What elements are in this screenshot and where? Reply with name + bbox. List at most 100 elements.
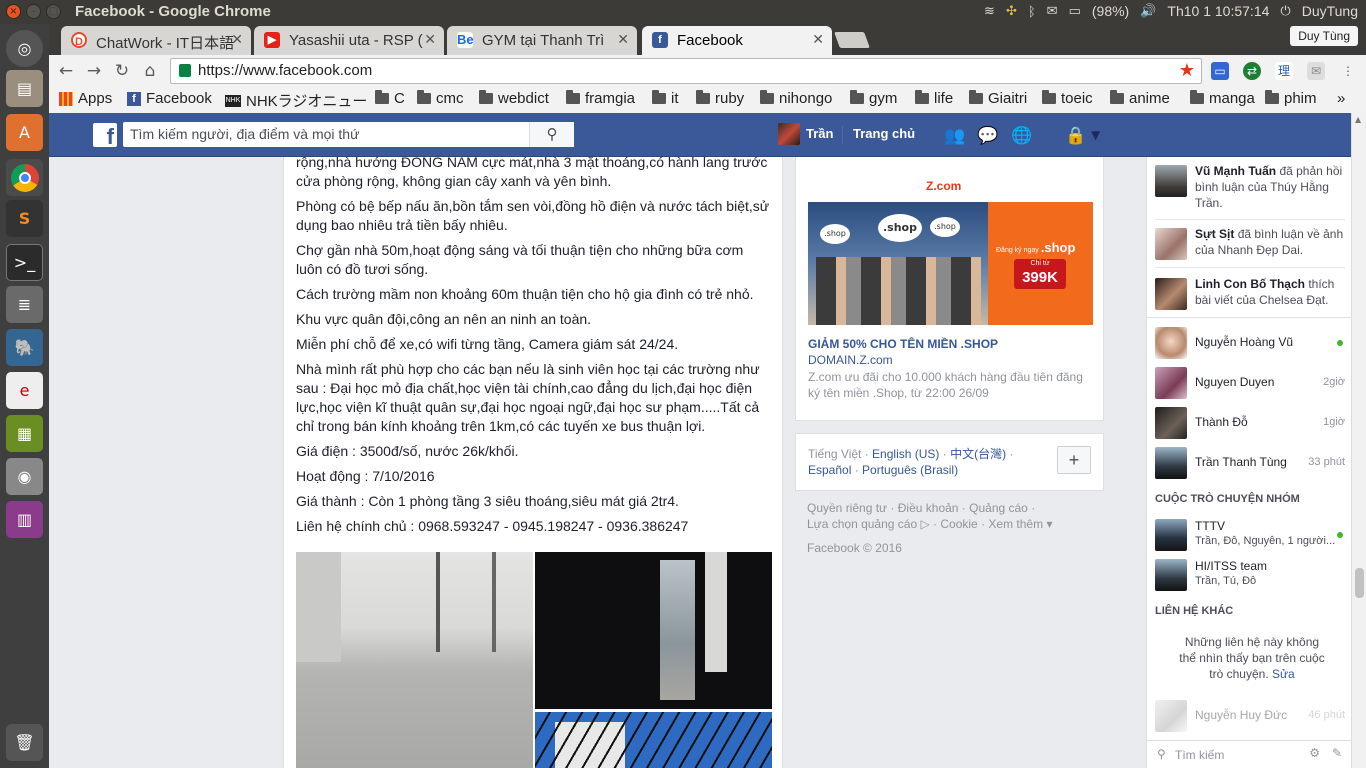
contact-item[interactable]: Nguyen Duyen 2giờ: [1155, 366, 1345, 400]
postgresql-icon[interactable]: 🐘: [6, 329, 43, 366]
bookmarks-overflow-button[interactable]: »: [1337, 90, 1345, 107]
power-icon[interactable]: ⏻: [1280, 3, 1290, 19]
profile-link[interactable]: Trần: [806, 126, 833, 141]
bookmark-nhk[interactable]: NHK NHKラジオニュー: [225, 90, 367, 111]
edit-link[interactable]: Sửa: [1272, 667, 1295, 681]
friend-requests-icon[interactable]: 👥: [944, 126, 965, 146]
bookmark-folder[interactable]: ruby: [696, 90, 744, 107]
language-link[interactable]: English (US): [872, 447, 939, 461]
tab-behance[interactable]: Be GYM tại Thanh Trì ✕: [447, 26, 637, 55]
privacy-shortcuts-icon[interactable]: 🔒: [1065, 126, 1086, 146]
bookmark-folder[interactable]: Giaitri: [969, 90, 1027, 107]
dash-home-icon[interactable]: ◎: [6, 30, 43, 67]
trash-icon[interactable]: 🗑: [6, 724, 43, 761]
contact-item[interactable]: Nguyễn Hoàng Vũ: [1155, 326, 1345, 360]
new-message-icon[interactable]: ✎: [1332, 746, 1342, 760]
search-icon[interactable]: ⚲: [529, 122, 574, 147]
ad-title[interactable]: GIẢM 50% CHO TÊN MIỀN .SHOP: [808, 337, 998, 351]
bookmark-folder[interactable]: nihongo: [760, 90, 832, 107]
close-icon[interactable]: ✕: [617, 31, 629, 48]
bookmark-folder[interactable]: webdict: [479, 90, 549, 107]
footer-link[interactable]: Lựa chọn quảng cáo: [807, 517, 917, 531]
clock[interactable]: Th10 1 10:57:14: [1167, 3, 1269, 19]
window-close-button[interactable]: ×: [6, 4, 21, 19]
bookmark-apps[interactable]: Apps: [59, 90, 112, 107]
ad-banner-image[interactable]: .shop .shop .shop Đăng ký ngay .shop Chỉ…: [808, 202, 1093, 325]
screenshot-icon[interactable]: ◉: [6, 458, 43, 495]
menu-icon[interactable]: ⋮: [1339, 62, 1357, 80]
ad-domain[interactable]: DOMAIN.Z.com: [808, 353, 893, 367]
home-icon[interactable]: ⌂: [139, 61, 161, 81]
group-chat-item[interactable]: HI/ITSS team Trần, Tú, Đỗ: [1155, 558, 1345, 592]
bookmark-folder[interactable]: C: [375, 90, 405, 107]
contact-item[interactable]: Nguyễn Huy Đức 46 phút: [1155, 699, 1345, 733]
evince-icon[interactable]: e: [6, 372, 43, 409]
workspace-switcher-icon[interactable]: ▥: [6, 501, 43, 538]
extension-reader-icon[interactable]: ✉: [1307, 62, 1325, 80]
bookmark-folder[interactable]: it: [652, 90, 679, 107]
bookmark-folder[interactable]: framgia: [566, 90, 635, 107]
bluetooth-icon[interactable]: ᛒ: [1028, 4, 1036, 19]
close-icon[interactable]: ✕: [424, 31, 436, 48]
chat-search-input[interactable]: ⚲ Tìm kiếm ⚙ ✎: [1147, 740, 1352, 768]
footer-link[interactable]: Cookie: [940, 517, 977, 531]
bookmark-folder[interactable]: gym: [850, 90, 897, 107]
tab-facebook[interactable]: f Facebook ✕: [642, 26, 832, 55]
messages-icon[interactable]: 💬: [977, 126, 998, 146]
fb-search-input[interactable]: Tìm kiếm người, địa điểm và mọi thứ ⚲: [123, 122, 574, 147]
terminal-icon[interactable]: >_: [6, 244, 43, 281]
new-tab-button[interactable]: [834, 32, 870, 48]
sponsored-ad[interactable]: Z.com .shop .shop .shop Đăng ký ngay .sh…: [795, 157, 1104, 421]
bookmark-facebook[interactable]: f Facebook: [127, 90, 212, 107]
footer-link[interactable]: Quảng cáo: [969, 501, 1028, 515]
bookmark-folder[interactable]: phim: [1265, 90, 1317, 107]
bookmark-star-icon[interactable]: ★: [1179, 60, 1195, 81]
footer-link[interactable]: Xem thêm: [988, 517, 1043, 531]
ticker-item[interactable]: Vũ Mạnh Tuấn đã phản hồi bình luận của T…: [1155, 163, 1345, 213]
software-center-icon[interactable]: A: [6, 114, 43, 151]
bookmark-folder[interactable]: life: [915, 90, 953, 107]
extension-sync-icon[interactable]: ⇄: [1243, 62, 1261, 80]
window-maximize-button[interactable]: □: [46, 4, 61, 19]
page-scrollbar[interactable]: ▲: [1351, 113, 1366, 768]
group-chat-item[interactable]: TTTV Trần, Đỗ, Nguyễn, 1 người...: [1155, 518, 1345, 552]
contact-item[interactable]: Trần Thanh Tùng 33 phút: [1155, 446, 1345, 480]
dictionary-icon[interactable]: ▦: [6, 415, 43, 452]
extension-pocket-icon[interactable]: ▭: [1211, 62, 1229, 80]
bookmark-folder[interactable]: manga: [1190, 90, 1255, 107]
contact-item[interactable]: Thành Đỗ 1giờ: [1155, 406, 1345, 440]
bookmark-folder[interactable]: anime: [1110, 90, 1170, 107]
files-icon[interactable]: ▤: [6, 70, 43, 107]
reload-icon[interactable]: ↻: [111, 61, 133, 81]
tab-youtube[interactable]: ▶ Yasashii uta - RSP ( ✕: [254, 26, 444, 55]
profile-button[interactable]: Duy Tùng: [1290, 26, 1358, 46]
sublime-text-icon[interactable]: S: [6, 200, 43, 237]
post-photo-building[interactable]: [535, 712, 772, 768]
forward-icon[interactable]: →: [83, 61, 105, 81]
ticker-item[interactable]: Linh Con Bố Thạch thích bài viết của Che…: [1155, 276, 1345, 310]
bookmark-folder[interactable]: toeic: [1042, 90, 1093, 107]
footer-link[interactable]: Điều khoản: [898, 501, 959, 515]
bookmark-folder[interactable]: cmc: [417, 90, 464, 107]
mail-icon[interactable]: ✉: [1047, 3, 1058, 19]
back-icon[interactable]: ←: [55, 61, 77, 81]
app-indicator-icon[interactable]: ✣: [1006, 3, 1017, 19]
language-link[interactable]: 中文(台灣): [950, 447, 1006, 461]
scroll-up-icon[interactable]: ▲: [1355, 115, 1361, 124]
battery-percentage[interactable]: (98%): [1092, 3, 1129, 19]
database-icon[interactable]: ≣: [6, 286, 43, 323]
more-languages-button[interactable]: +: [1057, 446, 1091, 474]
home-link[interactable]: Trang chủ: [853, 126, 915, 141]
chat-settings-icon[interactable]: ⚙: [1309, 746, 1320, 760]
close-icon[interactable]: ✕: [231, 31, 243, 48]
volume-icon[interactable]: 🔊: [1140, 3, 1156, 19]
close-icon[interactable]: ✕: [812, 31, 824, 48]
account-menu-icon[interactable]: ▼: [1091, 128, 1100, 142]
battery-icon[interactable]: ▭: [1069, 3, 1081, 19]
wifi-icon[interactable]: ≋: [984, 3, 995, 19]
language-link[interactable]: Português (Brasil): [862, 463, 958, 477]
window-minimize-button[interactable]: –: [26, 4, 41, 19]
session-user[interactable]: DuyTung: [1302, 3, 1358, 19]
post-photo-room[interactable]: [296, 552, 533, 768]
language-link[interactable]: Español: [808, 463, 851, 477]
